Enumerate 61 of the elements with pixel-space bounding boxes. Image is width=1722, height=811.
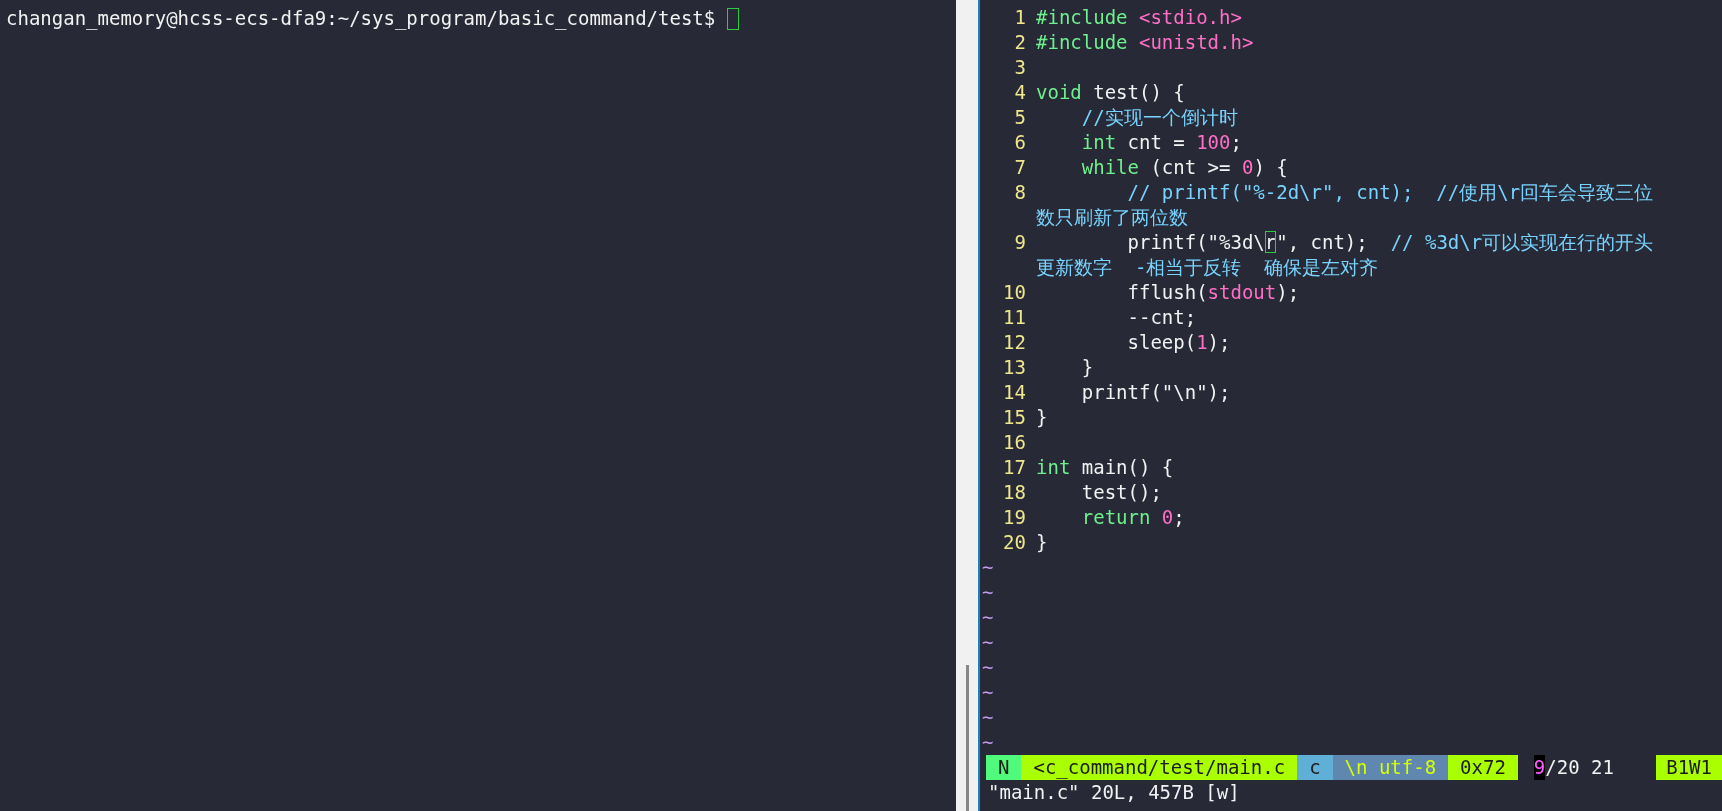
line-number: 18 <box>1002 480 1027 505</box>
line-number: 20 <box>1002 530 1027 555</box>
line-number: 10 <box>1002 280 1027 305</box>
pane-splitter[interactable] <box>956 0 980 811</box>
status-segment: N <box>986 755 1022 780</box>
code-line: void test() { <box>1036 80 1185 105</box>
code-line: #include <stdio.h> <box>1036 5 1242 30</box>
code-line: #include <unistd.h> <box>1036 30 1254 55</box>
terminal-prompt: changan_memory@hcss-ecs-dfa9:~/sys_program/basic_command/test$ <box>6 6 716 31</box>
empty-line-marker: ~ <box>981 605 995 630</box>
scrollbar-thumb[interactable] <box>965 665 969 811</box>
line-number: 7 <box>1013 155 1027 180</box>
terminal-cursor <box>727 7 740 30</box>
line-number: 14 <box>1002 380 1027 405</box>
empty-line-marker: ~ <box>981 555 995 580</box>
line-number: 17 <box>1002 455 1027 480</box>
line-number: 6 <box>1013 130 1027 155</box>
code-line: --cnt; <box>1126 305 1197 330</box>
status-segment: B1W1 <box>1656 755 1722 780</box>
code-line: sleep(1); <box>1126 330 1231 355</box>
line-number: 2 <box>1013 30 1027 55</box>
empty-line-marker: ~ <box>981 705 995 730</box>
line-number: 4 <box>1013 80 1027 105</box>
line-number: 19 <box>1002 505 1027 530</box>
code-line: fflush(stdout); <box>1126 280 1300 305</box>
empty-line-marker: ~ <box>981 680 995 705</box>
code-line: 更新数字 -相当于反转 确保是左对齐 <box>1036 255 1379 280</box>
status-segment: 0x72 <box>1448 755 1518 780</box>
line-number: 9 <box>1013 230 1027 255</box>
empty-line-marker: ~ <box>981 730 995 755</box>
status-segment: \n utf-8 <box>1332 755 1449 780</box>
line-number: 13 <box>1002 355 1027 380</box>
code-line: // printf("%-2d\r", cnt); //使用\r回车会导致三位 <box>1126 180 1654 205</box>
code-line: 数只刷新了两位数 <box>1036 205 1188 230</box>
cursor-position-text: /20 21 <box>1545 755 1615 780</box>
empty-line-marker: ~ <box>981 580 995 605</box>
line-number: 8 <box>1013 180 1027 205</box>
line-number: 11 <box>1002 305 1027 330</box>
line-number: 16 <box>1002 430 1027 455</box>
code-line: printf("%3d\r", cnt); // %3d\r可以实现在行的开头 <box>1126 230 1654 255</box>
line-number: 1 <box>1013 5 1027 30</box>
code-line: test(); <box>1080 480 1162 505</box>
code-line: int cnt = 100; <box>1080 130 1242 155</box>
code-line: while (cnt >= 0) { <box>1080 155 1288 180</box>
status-segment: c <box>1297 755 1333 780</box>
command-message: "main.c" 20L, 457B [w] <box>988 780 1241 805</box>
empty-line-marker: ~ <box>981 630 995 655</box>
line-number: 15 <box>1002 405 1027 430</box>
code-line: return 0; <box>1080 505 1185 530</box>
status-segment: 9 <box>1533 755 1546 780</box>
empty-line-marker: ~ <box>981 655 995 680</box>
line-number: 3 <box>1013 55 1027 80</box>
code-line: } <box>1036 405 1048 430</box>
code-line: int main() { <box>1036 455 1174 480</box>
code-line: } <box>1080 355 1094 380</box>
code-line: } <box>1036 530 1048 555</box>
status-segment: <c_command/test/main.c <box>1021 755 1298 780</box>
line-number: 5 <box>1013 105 1027 130</box>
code-line: //实现一个倒计时 <box>1080 105 1238 130</box>
line-number: 12 <box>1002 330 1027 355</box>
code-line: printf("\n"); <box>1080 380 1231 405</box>
